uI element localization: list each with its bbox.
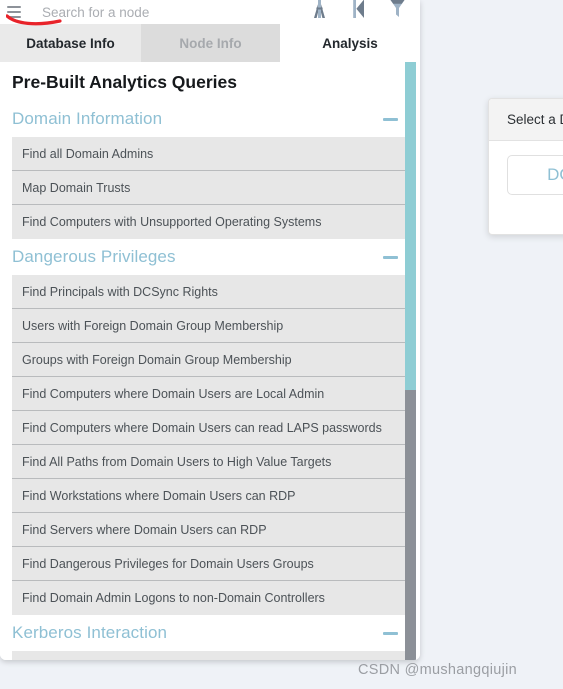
query-item[interactable] [12,651,408,660]
tab-bar: Database Info Node Info Analysis [0,24,420,62]
scrollbar-thumb-upper[interactable] [405,62,416,390]
tab-analysis[interactable]: Analysis [280,24,420,62]
scrollbar-thumb-lower[interactable] [405,390,416,660]
query-item[interactable]: Find Dangerous Privileges for Domain Use… [12,547,408,581]
section-title: Dangerous Privileges [12,247,176,266]
page-title: Pre-Built Analytics Queries [12,72,237,92]
section-header-domain-information[interactable]: Domain Information [0,101,420,137]
section-title: Domain Information [12,109,163,128]
dialog-title: Select a D [489,99,563,141]
query-list-dangerous-privileges: Find Principals with DCSync Rights Users… [12,275,408,615]
filter-funnel-icon[interactable] [389,0,406,20]
query-item[interactable]: Find Principals with DCSync Rights [12,275,408,309]
search-bar [0,0,420,26]
hamburger-bar [7,11,21,13]
users-icon[interactable] [311,0,328,20]
section-title: Kerberos Interaction [12,623,168,642]
search-input[interactable] [26,0,311,24]
collapse-minus-icon[interactable] [383,117,398,121]
query-item[interactable]: Find All Paths from Domain Users to High… [12,445,408,479]
section-header-kerberos-interaction[interactable]: Kerberos Interaction [0,615,420,651]
domain-select-button[interactable]: DOM [507,155,563,195]
analysis-panel: Database Info Node Info Analysis Pre-Bui… [0,0,420,660]
query-list-domain-information: Find all Domain Admins Map Domain Trusts… [12,137,408,239]
hamburger-bar [7,6,21,8]
collapse-minus-icon[interactable] [383,631,398,635]
query-item[interactable]: Users with Foreign Domain Group Membersh… [12,309,408,343]
query-item[interactable]: Find Workstations where Domain Users can… [12,479,408,513]
query-item[interactable]: Find Computers with Unsupported Operatin… [12,205,408,239]
query-item[interactable]: Find Domain Admin Logons to non-Domain C… [12,581,408,615]
hamburger-bar [7,16,21,18]
queries-scroll-region: Pre-Built Analytics Queries Domain Infor… [0,62,420,660]
hamburger-menu-icon[interactable] [0,0,26,24]
query-item[interactable]: Find all Domain Admins [12,137,408,171]
tab-database-info[interactable]: Database Info [0,24,141,62]
section-header-dangerous-privileges[interactable]: Dangerous Privileges [0,239,420,275]
query-item[interactable]: Find Computers where Domain Users are Lo… [12,377,408,411]
query-list-kerberos-interaction [12,651,408,660]
query-item[interactable]: Groups with Foreign Domain Group Members… [12,343,408,377]
query-item[interactable]: Map Domain Trusts [12,171,408,205]
select-domain-dialog: Select a D DOM [488,98,563,235]
collapse-minus-icon[interactable] [383,255,398,259]
topbar-icon-group [311,0,420,23]
query-item[interactable]: Find Servers where Domain Users can RDP [12,513,408,547]
skip-back-icon[interactable] [350,0,367,20]
watermark: CSDN @mushangqiujin [358,662,518,678]
query-item[interactable]: Find Computers where Domain Users can re… [12,411,408,445]
tab-node-info: Node Info [141,24,280,62]
dialog-body: DOM [489,141,563,195]
